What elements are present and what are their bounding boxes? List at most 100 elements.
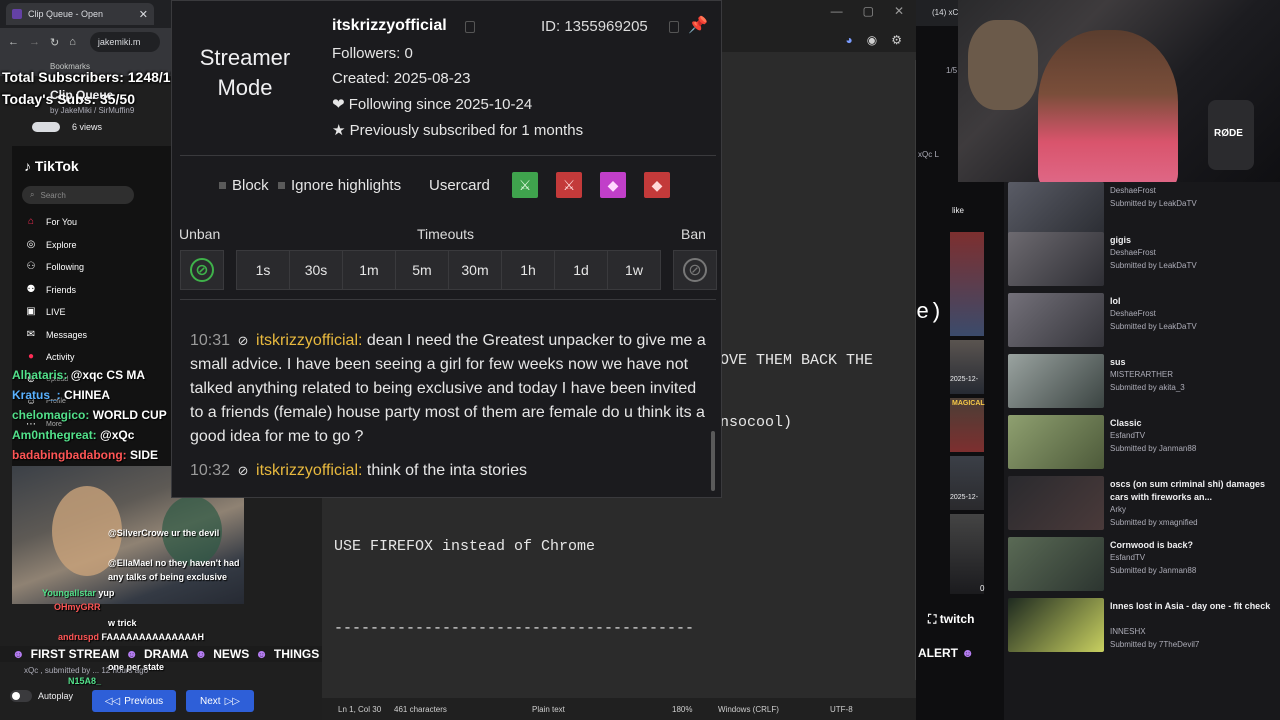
timeout-30m-button[interactable]: 30m — [448, 250, 502, 290]
video-thumbnail[interactable] — [950, 232, 984, 336]
unban-button[interactable]: ⊘ — [180, 250, 224, 290]
tiktok-nav-activity[interactable]: ● Activity — [26, 351, 75, 362]
video-thumbnail[interactable] — [950, 514, 984, 594]
hide-message-icon[interactable]: ⊘ — [234, 459, 252, 483]
hide-message-icon[interactable]: ⊘ — [234, 329, 252, 353]
message-timestamp: 10:32 — [190, 462, 231, 479]
webcam-feed: RØDE — [958, 0, 1280, 182]
editor-line[interactable]: OVE THEM BACK THE — [720, 352, 873, 369]
home-icon[interactable]: ⌂ — [69, 36, 76, 48]
editor-line[interactable]: ---------------------------------------- — [334, 620, 694, 637]
clip-title: gigis — [1110, 235, 1132, 245]
followers-count: Followers: 0 — [332, 45, 413, 62]
tiktok-nav-explore[interactable]: ◎ Explore — [26, 239, 77, 250]
message-username[interactable]: itskrizzyofficial: — [256, 332, 362, 349]
tiktok-search-input[interactable]: ⌕ Search — [22, 186, 134, 204]
timeout-label: 1h — [520, 262, 536, 278]
user-card-username[interactable]: itskrizzyofficial — [332, 17, 447, 35]
encoding: UTF-8 — [830, 705, 853, 714]
autoplay-toggle[interactable]: Autoplay — [10, 690, 73, 702]
clip-item[interactable]: lol DeshaeFrost Submitted by LeakDaTV — [1004, 291, 1280, 351]
mod-sword-icon[interactable]: ⚔ — [512, 172, 538, 198]
channel-fragment: xQc L — [918, 150, 939, 159]
chat-message: any talks of being exclusive — [108, 572, 228, 582]
close-tab-icon[interactable]: ✕ — [139, 8, 148, 21]
timeout-1d-button[interactable]: 1d — [554, 250, 608, 290]
video-thumbnail[interactable] — [950, 456, 984, 510]
next-button[interactable]: Next ▷▷ — [186, 690, 254, 712]
tiktok-note-icon: ♪ — [24, 158, 31, 174]
timeout-1w-button[interactable]: 1w — [607, 250, 661, 290]
usercard-label: Usercard — [429, 177, 490, 194]
toggle-switch[interactable] — [10, 690, 32, 702]
clip-item[interactable]: Cornwood is back? EsfandTV Submitted by … — [1004, 535, 1280, 595]
tiktok-logo[interactable]: ♪ TikTok — [24, 158, 79, 174]
browser-tab-clip-queue[interactable]: Clip Queue - Open ✕ — [6, 3, 154, 25]
forward-icon[interactable]: → — [29, 36, 40, 48]
checkbox-box[interactable] — [219, 182, 226, 189]
timeout-5m-button[interactable]: 5m — [395, 250, 449, 290]
editor-line[interactable]: USE FIREFOX instead of Chrome — [334, 538, 595, 555]
tiktok-nav-live[interactable]: ▣ LIVE — [26, 306, 65, 317]
tiktok-nav-friends[interactable]: ⚉ Friends — [26, 284, 77, 295]
previous-button[interactable]: ◁◁ Previous — [92, 690, 176, 712]
emote-icon: ☻ — [194, 647, 208, 661]
text-mode: Plain text — [532, 705, 565, 714]
editor-line[interactable]: nsocool) — [720, 414, 792, 431]
previous-label: Previous — [124, 695, 164, 707]
twitch-logo: ⛶ twitch — [928, 612, 974, 627]
reload-icon[interactable]: ↻ — [50, 36, 59, 49]
clip-submitter: Submitted by LeakDaTV — [1110, 261, 1197, 270]
timeout-30s-button[interactable]: 30s — [289, 250, 343, 290]
clip-item[interactable]: oscs (on sum criminal shi) damages cars … — [1004, 474, 1280, 534]
video-thumbnail[interactable] — [950, 340, 984, 394]
unmod-sword-icon[interactable]: ⚔ — [556, 172, 582, 198]
like-label[interactable]: like — [952, 206, 964, 215]
chat-message: @xQc — [100, 428, 135, 442]
close-icon[interactable]: ✕ — [894, 4, 904, 18]
tiktok-nav-for-you[interactable]: ⌂ For You — [26, 216, 77, 227]
copy-icon[interactable] — [465, 21, 475, 33]
address-bar[interactable]: jakemiki.m — [89, 32, 160, 52]
minimize-icon[interactable]: — — [831, 4, 843, 18]
block-checkbox[interactable]: Block — [219, 177, 269, 194]
unvip-gem-icon[interactable]: ◆ — [644, 172, 670, 198]
home-icon: ⌂ — [27, 216, 35, 227]
ticker-item: NEWS — [213, 647, 250, 661]
settings-gear-icon[interactable]: ⚙ — [891, 33, 902, 47]
timeout-1h-button[interactable]: 1h — [501, 250, 555, 290]
clip-title: sus — [1110, 357, 1126, 367]
tiktok-nav-following[interactable]: ⚇ Following — [26, 261, 85, 272]
ban-button[interactable]: ⊘ — [673, 250, 717, 290]
message-scrollbar[interactable] — [711, 431, 715, 491]
ignore-highlights-checkbox[interactable]: Ignore highlights — [278, 177, 401, 194]
user-card-popup: Streamer Mode itskrizzyofficial ID: 1355… — [171, 0, 722, 498]
copilot-icon[interactable]: ◕ — [846, 33, 853, 47]
timeout-1s-button[interactable]: 1s — [236, 250, 290, 290]
timeout-label: 30s — [304, 262, 328, 278]
account-icon[interactable]: ◉ — [867, 33, 877, 47]
message-username[interactable]: itskrizzyofficial: — [256, 462, 362, 479]
tiktok-nav-messages[interactable]: ✉ Messages — [26, 329, 87, 340]
tiktok-logo-text: TikTok — [34, 158, 79, 174]
clip-item[interactable]: sus MISTERARTHER Submitted by akita_3 — [1004, 352, 1280, 412]
fullscreen-icon[interactable]: ⛶ — [928, 612, 936, 626]
timeout-1m-button[interactable]: 1m — [342, 250, 396, 290]
usercard-button[interactable]: Usercard — [429, 177, 490, 194]
checkbox-box[interactable] — [278, 182, 285, 189]
page-indicator: 1/5 — [946, 66, 958, 75]
clip-submitted-info: xQc , submitted by ... 12 hours ago — [24, 666, 149, 675]
twitch-tab-title[interactable]: (14) xC — [932, 8, 958, 17]
maximize-icon[interactable]: ▢ — [863, 4, 874, 18]
block-label: Block — [232, 177, 269, 194]
clip-item[interactable]: Classic EsfandTV Submitted by Janman88 — [1004, 413, 1280, 473]
clip-item[interactable]: gigis DeshaeFrost Submitted by LeakDaTV — [1004, 230, 1280, 290]
clip-item[interactable]: Innes lost in Asia - day one - fit check… — [1004, 596, 1280, 656]
copy-icon[interactable] — [669, 21, 679, 33]
vip-gem-icon[interactable]: ◆ — [600, 172, 626, 198]
clip-queue-title: Clip Queue — [50, 88, 114, 102]
chat-line: chelomagico: WORLD CUP — [12, 408, 167, 422]
pin-icon[interactable]: 📌 — [688, 15, 708, 35]
back-icon[interactable]: ← — [8, 36, 19, 48]
timeout-label: 1w — [625, 262, 643, 278]
